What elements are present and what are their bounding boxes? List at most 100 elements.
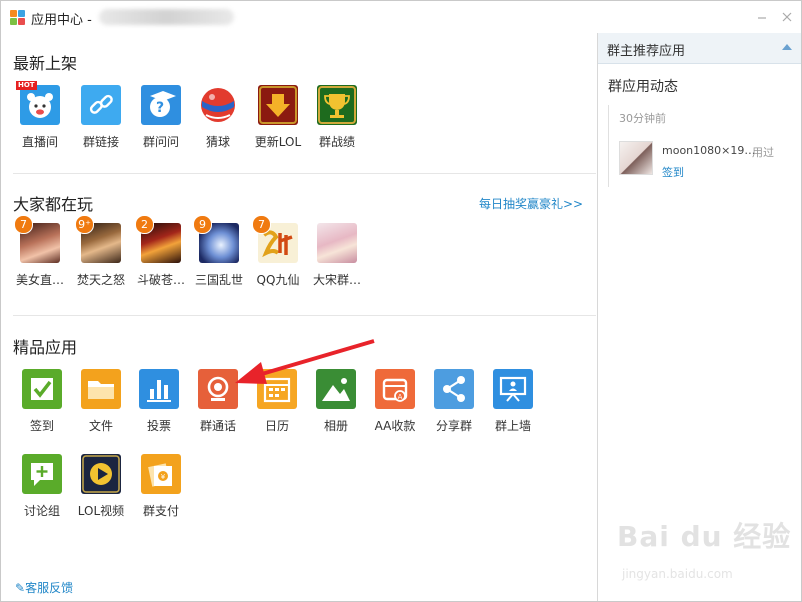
game-label: 焚天之怒 <box>76 273 125 287</box>
game-item[interactable]: 大宋群… <box>307 223 367 288</box>
svg-text:?: ? <box>156 100 164 116</box>
game-badge: 7 <box>14 215 33 234</box>
download-arrow-icon <box>258 85 298 125</box>
app-share-group[interactable]: 分享群 <box>424 369 484 434</box>
activity-checkin-link[interactable]: 签到 <box>662 164 684 180</box>
sidebar-header-title: 群主推荐应用 <box>607 44 686 59</box>
game-item[interactable]: 7 QQ九仙 <box>248 215 308 288</box>
app-label: 文件 <box>88 419 113 433</box>
app-label: 猜球 <box>205 135 230 149</box>
game-label: 美女直… <box>15 273 64 287</box>
collapse-arrow-icon[interactable] <box>782 44 792 50</box>
app-label: 更新LOL <box>254 135 302 149</box>
app-label: 群问问 <box>142 135 179 149</box>
game-badge: 9⁺ <box>75 215 94 234</box>
redacted-group-name <box>99 9 234 25</box>
game-item[interactable]: 9 三国乱世 <box>189 215 249 288</box>
app-group-ask[interactable]: ? 群问问 <box>131 85 191 150</box>
checkin-icon <box>22 369 62 409</box>
edit-pencil-icon: ✎ <box>15 581 26 595</box>
baidu-watermark-url: jingyan.baidu.com <box>622 567 733 581</box>
app-group-record[interactable]: 群战绩 <box>307 85 367 150</box>
game-badge: 7 <box>252 215 271 234</box>
divider <box>13 315 596 316</box>
app-list-panel: 最新上架 HOT 直播间 群链接 ? 群问问 猜球 更新LOL 群战绩 大家都在… <box>1 33 596 601</box>
game-dasong-icon <box>317 223 357 263</box>
app-group-pay[interactable]: ¥ 群支付 <box>131 454 191 519</box>
app-discussion[interactable]: 讨论组 <box>12 454 72 519</box>
timeline-line <box>608 105 609 187</box>
title-bar: 应用中心 - <box>1 1 801 33</box>
app-label: 讨论组 <box>23 504 60 518</box>
share-icon <box>434 369 474 409</box>
game-jiuxian-icon: 7 <box>252 215 298 263</box>
game-label: QQ九仙 <box>256 273 300 287</box>
app-label: AA收款 <box>374 419 416 433</box>
section-title-popular: 大家都在玩 <box>13 195 94 214</box>
app-lol-video[interactable]: LOL视频 <box>71 454 131 519</box>
app-center-logo-icon <box>10 10 25 25</box>
app-label: 群支付 <box>142 504 179 518</box>
app-group-wall[interactable]: 群上墙 <box>483 369 543 434</box>
discussion-icon <box>22 454 62 494</box>
trophy-icon <box>317 85 357 125</box>
app-label: 签到 <box>29 419 54 433</box>
app-guess-ball[interactable]: 猜球 <box>188 85 248 150</box>
game-item[interactable]: 9⁺ 焚天之怒 <box>71 215 131 288</box>
game-label: 大宋群… <box>312 273 361 287</box>
activity-time: 30分钟前 <box>619 112 666 125</box>
feedback-label: 客服反馈 <box>25 581 74 595</box>
game-sanguo-icon: 9 <box>193 215 239 263</box>
app-label: 投票 <box>146 419 171 433</box>
activity-used: 用过 <box>752 146 774 159</box>
app-checkin[interactable]: 签到 <box>12 369 72 434</box>
game-doupo-icon: 2 <box>135 215 181 263</box>
daily-lottery-link[interactable]: 每日抽奖赢豪礼>> <box>479 195 583 212</box>
game-badge: 2 <box>135 215 154 234</box>
app-label: 群战绩 <box>318 135 355 149</box>
app-label: 群链接 <box>82 135 119 149</box>
game-fentian-icon: 9⁺ <box>75 215 121 263</box>
game-beauty-icon: 7 <box>14 215 60 263</box>
app-file[interactable]: 文件 <box>71 369 131 434</box>
sidebar-header[interactable]: 群主推荐应用 <box>598 33 801 64</box>
app-group-link[interactable]: 群链接 <box>71 85 131 150</box>
game-item[interactable]: 2 斗破苍… <box>131 215 191 288</box>
app-label: 日历 <box>264 419 289 433</box>
live-bear-icon: HOT <box>16 81 60 125</box>
activity-filename: moon1080×19… <box>662 144 756 157</box>
ball-icon <box>198 85 238 125</box>
annotation-arrow <box>235 339 375 384</box>
app-update-lol[interactable]: 更新LOL <box>248 85 308 150</box>
link-icon <box>81 85 121 125</box>
app-label: 群上墙 <box>494 419 531 433</box>
app-label: 分享群 <box>435 419 472 433</box>
sidebar-title: 群应用动态 <box>608 79 678 95</box>
app-label: 直播间 <box>21 135 58 149</box>
svg-text:A: A <box>398 393 403 401</box>
app-label: 相册 <box>323 419 348 433</box>
wall-screen-icon <box>493 369 533 409</box>
app-label: 群通话 <box>199 419 236 433</box>
activity-thumbnail[interactable] <box>619 141 653 175</box>
game-item[interactable]: 7 美女直… <box>10 215 70 288</box>
svg-text:¥: ¥ <box>161 473 166 481</box>
divider <box>13 173 596 174</box>
aa-payment-icon: A <box>375 369 415 409</box>
app-vote[interactable]: 投票 <box>129 369 189 434</box>
app-live[interactable]: HOT 直播间 <box>10 81 70 150</box>
minimize-icon[interactable] <box>755 10 769 24</box>
vote-chart-icon <box>139 369 179 409</box>
section-title-featured: 精品应用 <box>13 338 78 357</box>
hot-tag: HOT <box>16 81 37 90</box>
question-cap-icon: ? <box>141 85 181 125</box>
video-play-icon <box>81 454 121 494</box>
folder-icon <box>81 369 121 409</box>
close-icon[interactable] <box>780 10 794 24</box>
game-label: 三国乱世 <box>194 273 243 287</box>
app-center-window: 应用中心 - 最新上架 HOT 直播间 群链接 ? 群问问 猜球 更新LOL 群… <box>0 0 802 602</box>
feedback-link[interactable]: ✎客服反馈 <box>15 579 73 596</box>
group-pay-icon: ¥ <box>141 454 181 494</box>
app-label: LOL视频 <box>77 504 125 518</box>
game-label: 斗破苍… <box>136 273 185 287</box>
